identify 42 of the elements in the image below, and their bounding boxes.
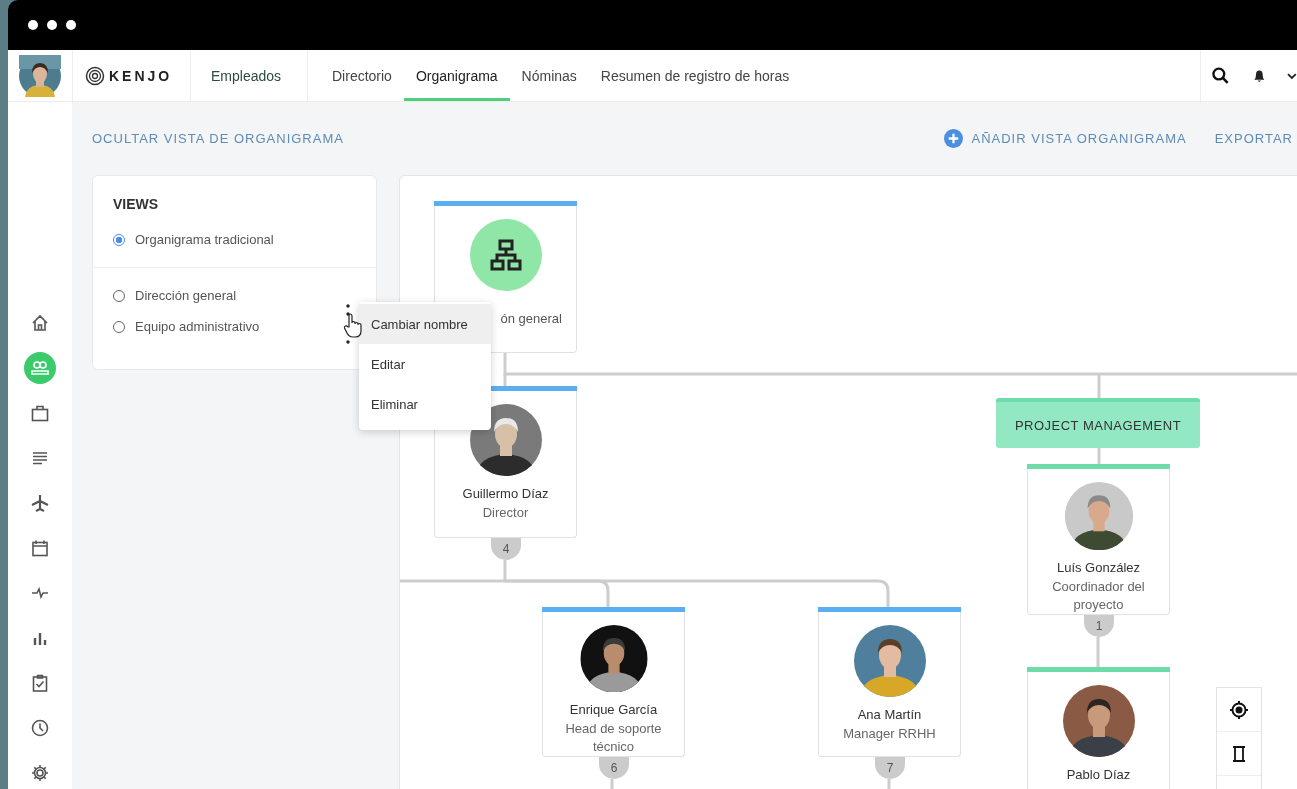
nav-tab[interactable]: Directorio — [320, 50, 404, 101]
org-node-card[interactable]: Ana Martín Manager RRHH — [818, 607, 961, 757]
view-label[interactable]: Equipo administrativo — [135, 319, 260, 334]
report-count[interactable]: 7 — [875, 757, 905, 779]
employee-name: Ana Martín — [857, 707, 922, 722]
search-icon[interactable] — [1211, 65, 1231, 86]
employee-role: Head de soporte técnico — [564, 720, 663, 756]
org-node-card[interactable]: Luís González Coordinador del proyecto — [1027, 464, 1170, 615]
more-options-icon[interactable] — [346, 303, 350, 345]
employee-role: Coordinador del proyecto — [1051, 578, 1146, 614]
logo-text: KENJO — [109, 67, 173, 84]
report-count[interactable]: 4 — [491, 538, 521, 560]
department-label: PROJECT MANAGEMENT — [1014, 417, 1182, 433]
connector-line — [610, 779, 614, 789]
org-node-card[interactable]: Pablo Díaz — [1027, 667, 1170, 789]
radio-button[interactable] — [113, 233, 125, 246]
add-icon — [944, 129, 964, 148]
node-title: ón general — [500, 311, 562, 326]
nav-tab[interactable]: Resumen de registro de horas — [588, 50, 802, 101]
org-structure-icon — [469, 219, 542, 291]
employee-name: Guillermo Díaz — [462, 486, 549, 501]
section-title: Empleados — [211, 67, 282, 84]
employee-role: Director — [481, 504, 530, 522]
employee-name: Pablo Díaz — [1066, 767, 1131, 782]
nav-tab[interactable]: Nóminas — [509, 50, 589, 101]
nav-tab[interactable]: Organigrama — [403, 50, 510, 101]
connector-line — [1097, 448, 1101, 464]
view-label[interactable]: Dirección general — [135, 288, 237, 303]
connector-line — [1096, 637, 1100, 667]
employee-name: Enrique García — [569, 702, 658, 717]
menu-item[interactable]: Cambiar nombre — [359, 304, 491, 344]
connector-line — [887, 779, 891, 789]
target-icon — [1229, 699, 1249, 720]
org-node-card[interactable]: Enrique García Head de soporte técnico — [542, 607, 685, 757]
hand-cursor-icon — [343, 313, 363, 339]
employee-name: Luís González — [1056, 560, 1141, 575]
logo-icon — [85, 65, 105, 86]
view-label[interactable]: Organigrama tradicional — [135, 232, 274, 247]
views-title: VIEWS — [113, 196, 160, 212]
report-count[interactable]: 1 — [1084, 615, 1114, 637]
report-count[interactable]: 6 — [599, 757, 629, 779]
employee-role: Manager RRHH — [842, 725, 937, 743]
